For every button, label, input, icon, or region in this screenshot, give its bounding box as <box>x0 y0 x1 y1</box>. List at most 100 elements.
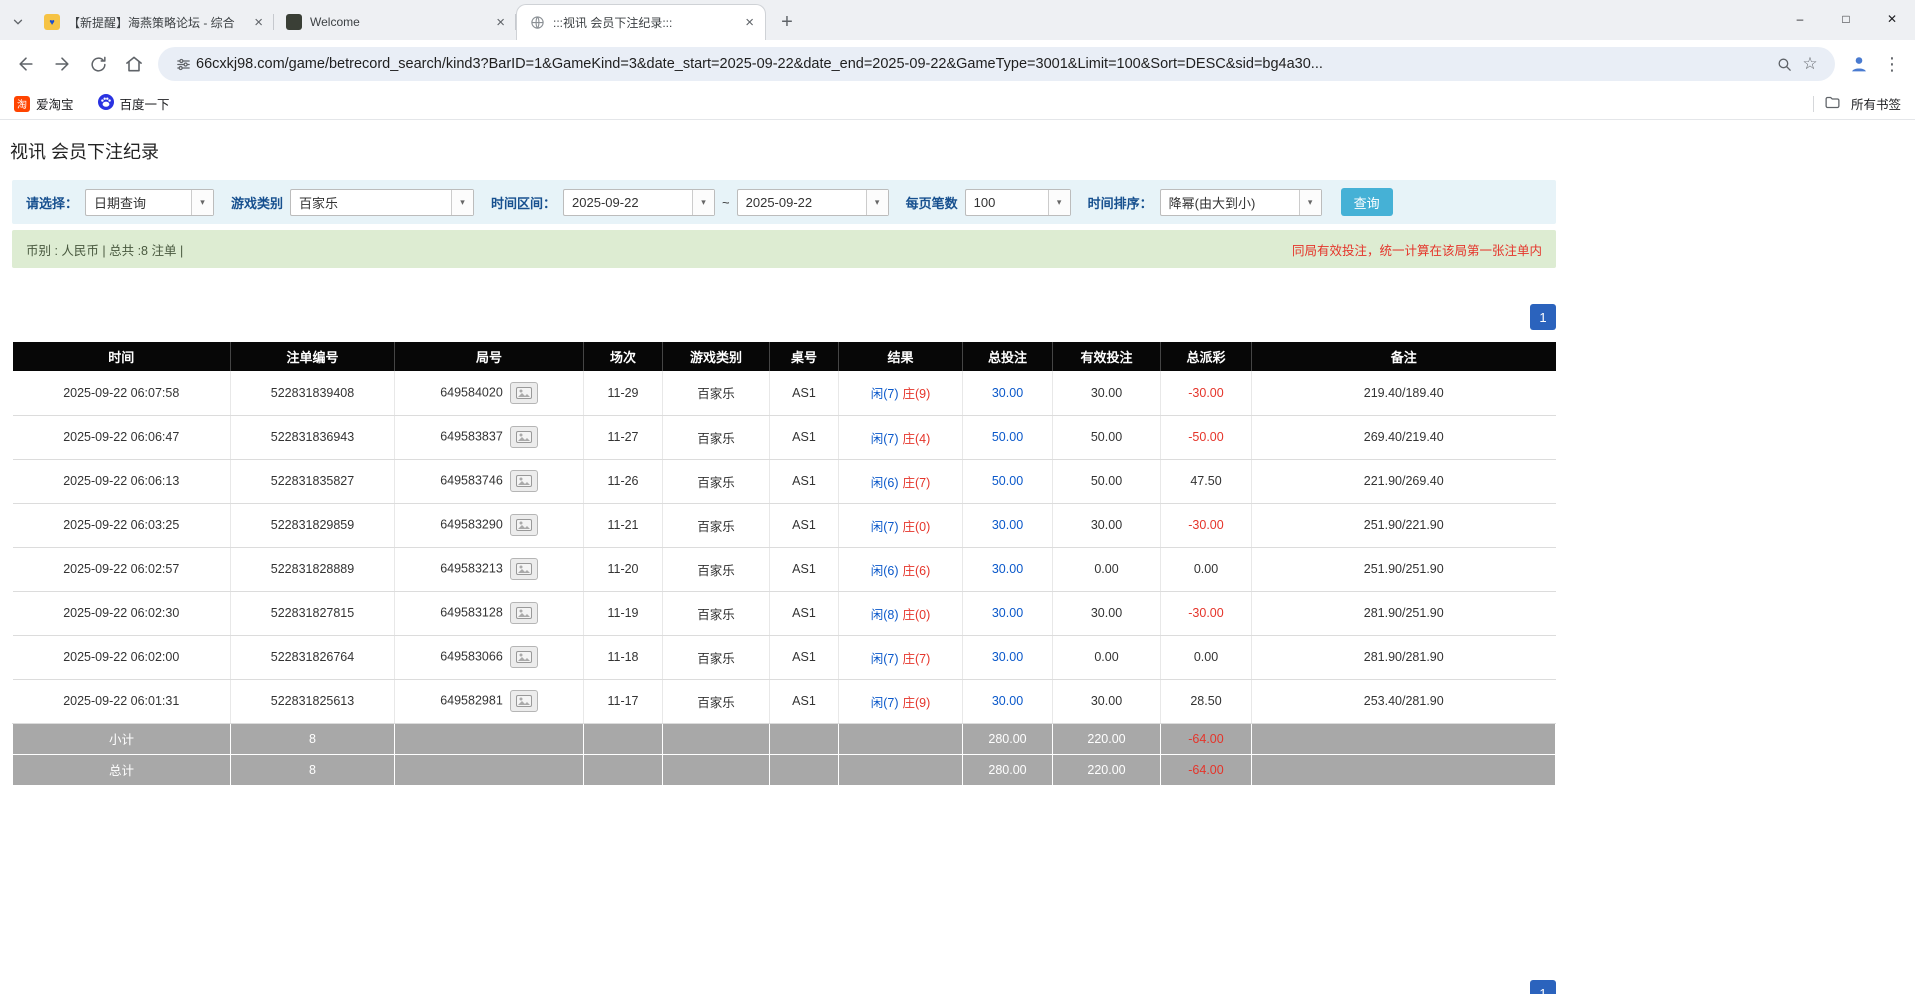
round-number: 649582981 <box>440 693 503 707</box>
cell-result: 闲(7)庄(4) <box>839 415 963 459</box>
chevron-down-icon[interactable]: ▾ <box>692 190 714 215</box>
cell-bet-id: 522831827815 <box>231 591 395 635</box>
banker-result: 庄(7) <box>903 652 931 666</box>
tab-forum[interactable]: ♥ 【新提醒】海燕策略论坛 - 综合 × <box>32 4 274 40</box>
back-button[interactable] <box>8 46 44 82</box>
tab-title: :::视讯 会员下注纪录::: <box>553 14 734 31</box>
sort-select[interactable]: 降幂(由大到小) ▾ <box>1160 189 1322 216</box>
header-total-bet: 总投注 <box>963 342 1053 371</box>
chevron-down-icon[interactable]: ▾ <box>1048 190 1070 215</box>
pagination-page-1-top[interactable]: 1 <box>1530 304 1556 330</box>
cell-session: 11-17 <box>584 679 663 723</box>
video-replay-icon[interactable] <box>510 602 538 624</box>
round-number: 649583128 <box>440 605 503 619</box>
table-row: 2025-09-22 06:06:47 522831836943 6495838… <box>13 415 1556 459</box>
cell-round: 649583128 <box>395 591 584 635</box>
header-time: 时间 <box>13 342 231 371</box>
cell-total-bet[interactable]: 30.00 <box>963 547 1053 591</box>
game-type-select[interactable]: 百家乐 ▾ <box>290 189 474 216</box>
video-replay-icon[interactable] <box>510 558 538 580</box>
welcome-favicon-icon <box>286 14 302 30</box>
cell-note: 251.90/251.90 <box>1252 547 1556 591</box>
tab-close-icon[interactable]: × <box>493 15 508 30</box>
cell-total-bet[interactable]: 30.00 <box>963 635 1053 679</box>
home-button[interactable] <box>116 46 152 82</box>
reload-button[interactable] <box>80 46 116 82</box>
cell-round: 649582981 <box>395 679 584 723</box>
search-button[interactable]: 查询 <box>1341 188 1393 216</box>
maximize-button[interactable]: □ <box>1823 0 1869 38</box>
site-info-tune-icon[interactable] <box>170 56 196 73</box>
cell-total-bet[interactable]: 30.00 <box>963 591 1053 635</box>
cell-payout: 47.50 <box>1161 459 1252 503</box>
subtotal-payout: -64.00 <box>1161 723 1252 754</box>
date-range-label: 时间区间： <box>491 193 556 212</box>
total-total-bet: 280.00 <box>963 754 1053 785</box>
url-text[interactable]: 66cxkj98.com/game/betrecord_search/kind3… <box>196 56 1771 72</box>
player-result: 闲(7) <box>871 387 899 401</box>
video-replay-icon[interactable] <box>510 690 538 712</box>
subtotal-total-bet: 280.00 <box>963 723 1053 754</box>
cell-time: 2025-09-22 06:01:31 <box>13 679 231 723</box>
chevron-down-icon[interactable]: ▾ <box>1299 190 1321 215</box>
minimize-button[interactable]: – <box>1777 0 1823 38</box>
cell-total-bet[interactable]: 30.00 <box>963 679 1053 723</box>
date-end-select[interactable]: 2025-09-22 ▾ <box>737 189 889 216</box>
header-note: 备注 <box>1252 342 1556 371</box>
cell-session: 11-19 <box>584 591 663 635</box>
zoom-icon[interactable] <box>1771 56 1797 73</box>
cell-total-bet[interactable]: 50.00 <box>963 459 1053 503</box>
subtotal-valid-bet: 220.00 <box>1053 723 1161 754</box>
tab-close-icon[interactable]: × <box>251 15 266 30</box>
baidu-paw-icon <box>98 94 114 113</box>
bookmark-taobao[interactable]: 淘 爱淘宝 <box>14 94 74 113</box>
tab-welcome[interactable]: Welcome × <box>274 4 516 40</box>
forward-button[interactable] <box>44 46 80 82</box>
player-result: 闲(7) <box>871 520 899 534</box>
close-button[interactable]: ✕ <box>1869 0 1915 38</box>
banker-result: 庄(4) <box>903 432 931 446</box>
tab-close-icon[interactable]: × <box>742 15 757 30</box>
total-row: 总计 8 280.00 220.00 -64.00 <box>13 754 1556 785</box>
tab-bet-records[interactable]: :::视讯 会员下注纪录::: × <box>516 4 766 40</box>
date-mode-select[interactable]: 日期查询 ▾ <box>85 189 214 216</box>
round-number: 649583290 <box>440 517 503 531</box>
date-start-select[interactable]: 2025-09-22 ▾ <box>563 189 715 216</box>
browser-menu-icon[interactable]: ⋮ <box>1877 54 1907 75</box>
chevron-down-icon[interactable]: ▾ <box>451 190 473 215</box>
cell-payout: -50.00 <box>1161 415 1252 459</box>
cell-game-type: 百家乐 <box>663 547 770 591</box>
video-replay-icon[interactable] <box>510 514 538 536</box>
tab-search-chevron-icon[interactable] <box>4 4 32 40</box>
cell-total-bet[interactable]: 50.00 <box>963 415 1053 459</box>
all-bookmarks-button[interactable]: 所有书签 <box>1851 94 1901 113</box>
cell-result: 闲(8)庄(0) <box>839 591 963 635</box>
cell-payout: -30.00 <box>1161 371 1252 415</box>
pagination-page-1-bottom[interactable]: 1 <box>1530 980 1556 994</box>
bookmark-baidu[interactable]: 百度一下 <box>98 94 170 113</box>
address-bar[interactable]: 66cxkj98.com/game/betrecord_search/kind3… <box>158 47 1835 81</box>
chevron-down-icon[interactable]: ▾ <box>191 190 213 215</box>
per-page-select[interactable]: 100 ▾ <box>965 189 1071 216</box>
cell-payout: 0.00 <box>1161 547 1252 591</box>
cell-note: 219.40/189.40 <box>1252 371 1556 415</box>
cell-bet-id: 522831829859 <box>231 503 395 547</box>
new-tab-button[interactable]: + <box>772 7 802 37</box>
cell-bet-id: 522831826764 <box>231 635 395 679</box>
profile-avatar-icon[interactable] <box>1841 46 1877 82</box>
browser-toolbar: 66cxkj98.com/game/betrecord_search/kind3… <box>0 40 1915 88</box>
table-row: 2025-09-22 06:01:31 522831825613 6495829… <box>13 679 1556 723</box>
folder-icon <box>1824 94 1841 114</box>
taobao-icon: 淘 <box>14 96 30 112</box>
video-replay-icon[interactable] <box>510 646 538 668</box>
chevron-down-icon[interactable]: ▾ <box>866 190 888 215</box>
bookmark-star-icon[interactable]: ☆ <box>1797 54 1823 74</box>
cell-total-bet[interactable]: 30.00 <box>963 371 1053 415</box>
cell-total-bet[interactable]: 30.00 <box>963 503 1053 547</box>
video-replay-icon[interactable] <box>510 426 538 448</box>
table-row: 2025-09-22 06:03:25 522831829859 6495832… <box>13 503 1556 547</box>
tab-bar: ♥ 【新提醒】海燕策略论坛 - 综合 × Welcome × :::视讯 会员下… <box>0 0 1915 40</box>
video-replay-icon[interactable] <box>510 470 538 492</box>
video-replay-icon[interactable] <box>510 382 538 404</box>
cell-game-type: 百家乐 <box>663 679 770 723</box>
